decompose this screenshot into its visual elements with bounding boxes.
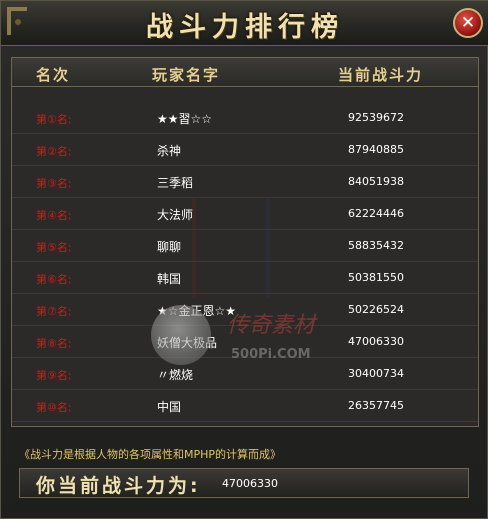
power-value: 87940885 (348, 143, 404, 156)
rank-label: 第⑤名: (36, 241, 72, 254)
power-value: 92539672 (348, 111, 404, 124)
player-name: 中国 (157, 400, 182, 414)
current-power-bar: 你当前战斗力为: 47006330 (19, 468, 469, 498)
power-value: 62224446 (348, 207, 404, 220)
player-name: 杀神 (157, 144, 182, 158)
rank-label: 第②名: (36, 145, 72, 158)
rank-label: 第⑥名: (36, 273, 72, 286)
column-player-name: 玩家名字 (152, 66, 221, 84)
table-row[interactable]: 第⑨名: 〃燃烧 30400734 (12, 358, 478, 390)
table-row[interactable]: 第③名: 三季稻 84051938 (12, 166, 478, 198)
table-row[interactable]: 第⑥名: 韩国 50381550 (12, 262, 478, 294)
table-row[interactable]: 第⑧名: 妖僧大极品 47006330 (12, 326, 478, 358)
power-value: 47006330 (348, 335, 404, 348)
player-name: 大法师 (157, 208, 194, 222)
player-name: 妖僧大极品 (157, 336, 218, 350)
column-rank: 名次 (36, 66, 71, 84)
power-value: 26357745 (348, 399, 404, 412)
table-row[interactable]: 第⑩名: 中国 26357745 (12, 390, 478, 422)
table-row[interactable]: 第①名: ★★習☆☆ 92539672 (12, 102, 478, 134)
rank-label: 第④名: (36, 209, 72, 222)
rank-label: 第⑨名: (36, 369, 72, 382)
column-power: 当前战斗力 (338, 66, 424, 84)
table-row[interactable]: 第②名: 杀神 87940885 (12, 134, 478, 166)
table-row[interactable]: 第⑦名: ★☆金正恩☆★ 50226524 (12, 294, 478, 326)
rank-label: 第③名: (36, 177, 72, 190)
power-value: 58835432 (348, 239, 404, 252)
rank-label: 第⑩名: (36, 401, 72, 414)
window-title: 战斗力排行榜 (146, 12, 344, 43)
table-row[interactable]: 第⑤名: 聊聊 58835432 (12, 230, 478, 262)
power-note: 《战斗力是根据人物的各项属性和MPHP的计算而成》 (19, 448, 282, 461)
ranking-rows: 第①名: ★★習☆☆ 92539672 第②名: 杀神 87940885 第③名… (12, 102, 478, 422)
close-icon: ✕ (460, 13, 476, 33)
player-name: 〃燃烧 (157, 368, 194, 382)
player-name: 韩国 (157, 272, 182, 286)
ranking-window: 战斗力排行榜 ✕ 名次 玩家名字 当前战斗力 第①名: ★★習☆☆ 925396… (0, 0, 488, 519)
title-bar: 战斗力排行榜 ✕ (1, 1, 488, 46)
rank-label: 第⑧名: (36, 337, 72, 350)
power-value: 50381550 (348, 271, 404, 284)
player-name: ★☆金正恩☆★ (157, 304, 237, 318)
rank-label: 第⑦名: (36, 305, 72, 318)
player-name: ★★習☆☆ (157, 112, 213, 126)
power-value: 30400734 (348, 367, 404, 380)
player-name: 三季稻 (157, 176, 194, 190)
power-value: 50226524 (348, 303, 404, 316)
current-power-label: 你当前战斗力为: (36, 475, 201, 497)
rank-label: 第①名: (36, 113, 72, 126)
ranking-panel: 名次 玩家名字 当前战斗力 第①名: ★★習☆☆ 92539672 第②名: 杀… (11, 57, 479, 427)
table-row[interactable]: 第④名: 大法师 62224446 (12, 198, 478, 230)
table-header: 名次 玩家名字 当前战斗力 (12, 58, 478, 87)
current-power-value: 47006330 (222, 477, 278, 490)
close-button[interactable]: ✕ (453, 8, 483, 38)
player-name: 聊聊 (157, 240, 182, 254)
power-value: 84051938 (348, 175, 404, 188)
